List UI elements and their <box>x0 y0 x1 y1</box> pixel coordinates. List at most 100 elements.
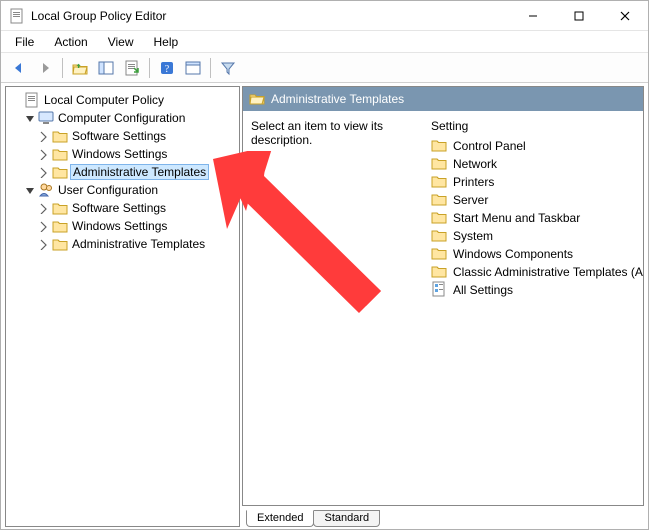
help-button[interactable]: ? <box>155 56 179 80</box>
description-panel: Select an item to view its description. <box>251 119 421 497</box>
settings-list[interactable]: Setting Control Panel Network Printers Serv… <box>431 119 635 497</box>
tab-extended[interactable]: Extended <box>246 510 314 527</box>
view-tabs: Extended Standard <box>242 505 644 527</box>
expand-icon[interactable] <box>36 130 50 142</box>
content-view: Administrative Templates Select an item … <box>242 86 644 506</box>
up-button[interactable] <box>68 56 92 80</box>
tree-node-computer-config[interactable]: Computer Configuration <box>8 109 237 127</box>
expand-icon[interactable] <box>36 202 50 214</box>
list-item[interactable]: All Settings <box>431 281 635 299</box>
content-header-title: Administrative Templates <box>271 92 404 106</box>
tree-label: Windows Settings <box>70 219 169 233</box>
tree-node-user-config[interactable]: User Configuration <box>8 181 237 199</box>
folder-icon <box>431 245 447 264</box>
properties-button[interactable] <box>181 56 205 80</box>
list-item[interactable]: Start Menu and Taskbar <box>431 209 635 227</box>
titlebar: Local Group Policy Editor <box>1 1 648 31</box>
list-item[interactable]: Control Panel <box>431 137 635 155</box>
tree-node-comp-admin-templates[interactable]: Administrative Templates <box>8 163 237 181</box>
tab-standard[interactable]: Standard <box>313 510 380 527</box>
toolbar-separator <box>62 58 63 78</box>
folder-icon <box>431 263 447 282</box>
menu-action[interactable]: Action <box>46 33 95 51</box>
menu-view[interactable]: View <box>100 33 142 51</box>
close-button[interactable] <box>602 1 648 30</box>
tree-label: Software Settings <box>70 201 168 215</box>
folder-icon <box>52 164 68 180</box>
tree-label: Computer Configuration <box>56 111 187 125</box>
tree-label: User Configuration <box>56 183 160 197</box>
folder-icon <box>52 146 68 162</box>
tree-label: Software Settings <box>70 129 168 143</box>
collapse-icon[interactable] <box>22 184 36 196</box>
show-hide-tree-button[interactable] <box>94 56 118 80</box>
expand-icon[interactable] <box>36 220 50 232</box>
list-item[interactable]: Network <box>431 155 635 173</box>
forward-button[interactable] <box>33 56 57 80</box>
folder-icon <box>431 227 447 246</box>
users-icon <box>38 182 54 198</box>
minimize-button[interactable] <box>510 1 556 30</box>
policy-icon <box>24 92 40 108</box>
folder-icon <box>431 155 447 174</box>
folder-icon <box>431 191 447 210</box>
list-item[interactable]: Server <box>431 191 635 209</box>
app-icon <box>9 8 25 24</box>
tree-pane[interactable]: Local Computer Policy Computer Configura… <box>5 86 240 527</box>
menu-file[interactable]: File <box>7 33 42 51</box>
list-item-label: Start Menu and Taskbar <box>453 211 580 225</box>
export-button[interactable] <box>120 56 144 80</box>
tree-label: Windows Settings <box>70 147 169 161</box>
tree-node-user-windows[interactable]: Windows Settings <box>8 217 237 235</box>
expand-icon[interactable] <box>36 166 50 178</box>
tree-node-user-software[interactable]: Software Settings <box>8 199 237 217</box>
folder-icon <box>431 173 447 192</box>
all-settings-icon <box>431 281 447 300</box>
body: Local Computer Policy Computer Configura… <box>1 83 648 529</box>
list-item[interactable]: Windows Components <box>431 245 635 263</box>
folder-icon <box>431 209 447 228</box>
list-item-label: Windows Components <box>453 247 573 261</box>
list-item-label: Printers <box>453 175 494 189</box>
expand-icon[interactable] <box>36 148 50 160</box>
tree-node-comp-windows[interactable]: Windows Settings <box>8 145 237 163</box>
folder-icon <box>52 236 68 252</box>
tree-node-user-admin-templates[interactable]: Administrative Templates <box>8 235 237 253</box>
folder-open-icon <box>249 90 265 109</box>
tree-label: Administrative Templates <box>70 164 209 180</box>
list-item[interactable]: System <box>431 227 635 245</box>
folder-icon <box>52 128 68 144</box>
filter-button[interactable] <box>216 56 240 80</box>
expand-icon[interactable] <box>36 238 50 250</box>
content-header: Administrative Templates <box>243 87 643 111</box>
content-pane: Administrative Templates Select an item … <box>242 86 644 527</box>
svg-text:?: ? <box>165 64 170 75</box>
tree-label: Local Computer Policy <box>42 93 166 107</box>
window-root: Local Group Policy Editor File Action Vi… <box>0 0 649 530</box>
window-title: Local Group Policy Editor <box>31 9 510 23</box>
tree-label: Administrative Templates <box>70 237 207 251</box>
folder-icon <box>431 137 447 156</box>
folder-icon <box>52 218 68 234</box>
toolbar-separator <box>210 58 211 78</box>
list-item-label: Network <box>453 157 497 171</box>
list-item[interactable]: Classic Administrative Templates (ADM) <box>431 263 635 281</box>
column-header-setting[interactable]: Setting <box>431 119 635 137</box>
list-item-label: All Settings <box>453 283 513 297</box>
tree-node-comp-software[interactable]: Software Settings <box>8 127 237 145</box>
description-text: Select an item to view its description. <box>251 119 383 147</box>
collapse-icon[interactable] <box>22 112 36 124</box>
list-item-label: Classic Administrative Templates (ADM) <box>453 265 644 279</box>
list-item-label: Server <box>453 193 488 207</box>
toolbar: ? <box>1 53 648 83</box>
list-item[interactable]: Printers <box>431 173 635 191</box>
menubar: File Action View Help <box>1 31 648 53</box>
menu-help[interactable]: Help <box>146 33 187 51</box>
tree-node-root[interactable]: Local Computer Policy <box>8 91 237 109</box>
back-button[interactable] <box>7 56 31 80</box>
list-item-label: Control Panel <box>453 139 526 153</box>
maximize-button[interactable] <box>556 1 602 30</box>
list-item-label: System <box>453 229 493 243</box>
computer-icon <box>38 110 54 126</box>
toolbar-separator <box>149 58 150 78</box>
